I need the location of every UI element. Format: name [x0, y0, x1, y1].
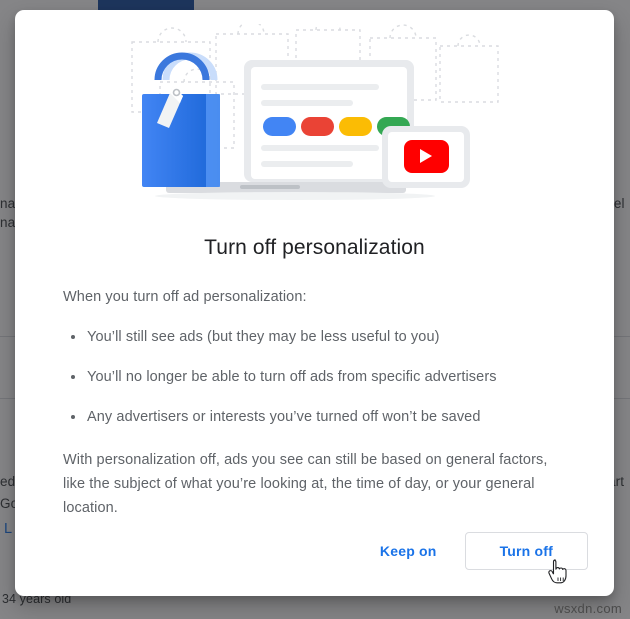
dialog-intro-text: When you turn off ad personalization: — [63, 289, 307, 305]
dialog-body: When you turn off ad personalization: Yo… — [15, 286, 614, 532]
keep-on-button[interactable]: Keep on — [368, 534, 449, 568]
shopping-bag-icon — [141, 52, 220, 187]
dialog-outro-text: With personalization off, ads you see ca… — [63, 452, 548, 516]
watermark: wsxdn.com — [554, 601, 622, 616]
ads-personalization-illustration — [130, 24, 499, 200]
dialog-title: Turn off personalization — [204, 236, 425, 259]
pill-blue — [262, 117, 296, 136]
consequences-list: You’ll still see ads (but they may be le… — [63, 326, 566, 428]
turn-off-personalization-dialog: Turn off personalization When you turn o… — [15, 10, 614, 596]
dialog-actions: Keep on Turn off — [15, 532, 614, 596]
pill-red — [300, 117, 334, 136]
list-item: Any advertisers or interests you’ve turn… — [63, 406, 566, 428]
dialog-illustration-area — [15, 10, 614, 216]
youtube-card-icon — [381, 126, 470, 188]
turn-off-button[interactable]: Turn off — [464, 532, 588, 570]
screen: na nat vel ed Go L art 34 years old — [0, 0, 630, 619]
pill-yellow — [338, 117, 372, 136]
list-item: You’ll still see ads (but they may be le… — [63, 326, 566, 348]
list-item: You’ll no longer be able to turn off ads… — [63, 366, 566, 388]
